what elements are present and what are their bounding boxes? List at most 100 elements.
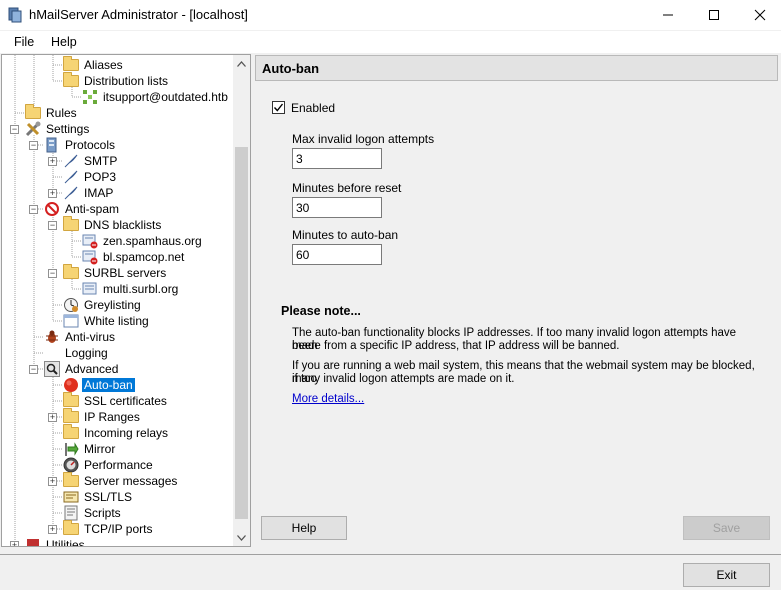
enabled-checkbox[interactable] bbox=[272, 101, 285, 114]
navigation-tree[interactable]: Aliases Distribution lists itsupport@out… bbox=[1, 54, 251, 547]
tree-item-tcp-ip-ports[interactable]: TCP/IP ports bbox=[63, 520, 154, 537]
chevron-up-icon bbox=[237, 60, 246, 67]
tree-item-greylisting[interactable]: Greylisting bbox=[63, 297, 143, 313]
tree-item-label: Greylisting bbox=[84, 298, 141, 312]
collapse-settings-toggle[interactable]: − bbox=[10, 125, 19, 134]
tree-item-white-listing[interactable]: White listing bbox=[63, 313, 151, 329]
tree-item-label: Incoming relays bbox=[84, 426, 169, 440]
scroll-up-button[interactable] bbox=[233, 55, 250, 72]
tree-item-label: Utilities bbox=[46, 538, 85, 547]
tree-item-settings[interactable]: Settings bbox=[25, 121, 91, 137]
tree-item-anti-spam[interactable]: Anti-spam bbox=[44, 201, 121, 217]
tree-item-label: SURBL servers bbox=[84, 266, 167, 280]
menu-file[interactable]: File bbox=[14, 35, 34, 49]
tree-item-zen-spamhaus[interactable]: zen.spamhaus.org bbox=[82, 233, 204, 249]
tree-item-logging[interactable]: Logging bbox=[44, 345, 110, 361]
tree-item-label: SMTP bbox=[84, 154, 118, 168]
tree-item-itsupport[interactable]: itsupport@outdated.htb bbox=[82, 89, 230, 105]
expand-server-messages-toggle[interactable]: + bbox=[48, 477, 57, 486]
tree-item-label: Anti-virus bbox=[65, 330, 116, 344]
minutes-reset-input[interactable]: 30 bbox=[292, 197, 382, 218]
maximize-button[interactable] bbox=[691, 0, 737, 30]
tree-item-label: Auto-ban bbox=[82, 378, 135, 392]
expand-ip-ranges-toggle[interactable]: + bbox=[48, 413, 57, 422]
auto-ban-settings: Enabled Max invalid logon attempts 3 Min… bbox=[255, 82, 778, 546]
tree-item-label: Mirror bbox=[84, 442, 116, 456]
minutes-ban-input[interactable]: 60 bbox=[292, 244, 382, 265]
close-icon bbox=[754, 9, 766, 21]
tree-item-scripts[interactable]: Scripts bbox=[63, 505, 123, 521]
collapse-surbl-servers-toggle[interactable]: − bbox=[48, 269, 57, 278]
tree-item-label: DNS blacklists bbox=[84, 218, 162, 232]
tree-item-label: Rules bbox=[46, 106, 77, 120]
expand-imap-toggle[interactable]: + bbox=[48, 189, 57, 198]
tree-item-incoming-relays[interactable]: Incoming relays bbox=[63, 424, 170, 441]
tree-item-server-messages[interactable]: Server messages bbox=[63, 472, 179, 489]
scroll-down-button[interactable] bbox=[233, 529, 250, 546]
tree-item-protocols[interactable]: Protocols bbox=[44, 137, 117, 153]
max-attempts-input[interactable]: 3 bbox=[292, 148, 382, 169]
magnifier-icon bbox=[44, 361, 60, 377]
help-button[interactable]: Help bbox=[261, 516, 347, 540]
collapse-advanced-toggle[interactable]: − bbox=[29, 365, 38, 374]
tree-item-dns-blacklists[interactable]: DNS blacklists bbox=[63, 216, 163, 233]
tree-item-ssl-tls[interactable]: SSL/TLS bbox=[63, 489, 134, 505]
expand-tcp-ip-ports-toggle[interactable]: + bbox=[48, 525, 57, 534]
tree-item-imap[interactable]: IMAP bbox=[63, 185, 115, 201]
app-icon bbox=[8, 7, 22, 23]
tools-icon bbox=[25, 121, 41, 137]
tree-item-surbl-servers[interactable]: SURBL servers bbox=[63, 264, 168, 281]
more-details-link[interactable]: More details... bbox=[292, 393, 364, 405]
blank-icon bbox=[44, 345, 60, 361]
collapse-protocols-toggle[interactable]: − bbox=[29, 141, 38, 150]
tree-scrollbar[interactable] bbox=[233, 55, 250, 546]
red-circle-icon bbox=[63, 377, 79, 393]
save-button[interactable]: Save bbox=[683, 516, 770, 540]
tree-item-distribution-lists[interactable]: Distribution lists bbox=[63, 72, 170, 89]
collapse-dns-blacklists-toggle[interactable]: − bbox=[48, 221, 57, 230]
note-text-line: many invalid logon attempts are made on … bbox=[292, 373, 515, 385]
help-button-label: Help bbox=[291, 521, 317, 535]
tree-item-smtp[interactable]: SMTP bbox=[63, 153, 119, 169]
minimize-button[interactable] bbox=[645, 0, 691, 30]
server-icon bbox=[82, 281, 98, 297]
tree-item-aliases[interactable]: Aliases bbox=[63, 56, 125, 73]
close-button[interactable] bbox=[737, 0, 781, 30]
tree-item-label: TCP/IP ports bbox=[84, 522, 153, 536]
gauge-icon bbox=[63, 457, 79, 473]
tree-item-advanced[interactable]: Advanced bbox=[44, 361, 120, 377]
folder-icon bbox=[63, 264, 79, 281]
expand-utilities-toggle[interactable]: + bbox=[10, 541, 19, 546]
tree-item-auto-ban[interactable]: Auto-ban bbox=[63, 377, 135, 393]
collapse-anti-spam-toggle[interactable]: − bbox=[29, 205, 38, 214]
tree-item-ssl-certificates[interactable]: SSL certificates bbox=[63, 392, 169, 409]
script-icon bbox=[63, 505, 79, 521]
tree-item-ip-ranges[interactable]: IP Ranges bbox=[63, 408, 142, 425]
tree-item-label: multi.surbl.org bbox=[103, 282, 179, 296]
exit-button-label: Exit bbox=[716, 568, 737, 582]
tree-item-pop3[interactable]: POP3 bbox=[63, 169, 118, 185]
no-entry-icon bbox=[44, 201, 60, 217]
server-blocked-icon bbox=[82, 233, 98, 249]
chevron-down-icon bbox=[237, 534, 246, 541]
menu-help[interactable]: Help bbox=[51, 35, 77, 49]
tree-item-multi-surbl[interactable]: multi.surbl.org bbox=[82, 281, 180, 297]
tree-item-label: itsupport@outdated.htb bbox=[103, 90, 228, 104]
feather-icon bbox=[63, 153, 79, 169]
menu-bar: File Help bbox=[0, 31, 781, 53]
tree-item-bl-spamcop[interactable]: bl.spamcop.net bbox=[82, 249, 186, 265]
tree-item-utilities[interactable]: Utilities bbox=[25, 537, 87, 547]
scroll-thumb[interactable] bbox=[235, 147, 248, 519]
tree-item-label: SSL/TLS bbox=[84, 490, 133, 504]
expand-smtp-toggle[interactable]: + bbox=[48, 157, 57, 166]
exit-button[interactable]: Exit bbox=[683, 563, 770, 587]
bug-icon bbox=[44, 329, 60, 345]
minimize-icon bbox=[663, 14, 673, 16]
folder-icon bbox=[63, 56, 79, 73]
tree-item-rules[interactable]: Rules bbox=[25, 104, 79, 121]
tree-item-label: Settings bbox=[46, 122, 90, 136]
tree-item-performance[interactable]: Performance bbox=[63, 457, 155, 473]
tree-item-anti-virus[interactable]: Anti-virus bbox=[44, 329, 117, 345]
tree-item-mirror[interactable]: Mirror bbox=[63, 441, 117, 457]
panel-header: Auto-ban bbox=[255, 55, 778, 81]
